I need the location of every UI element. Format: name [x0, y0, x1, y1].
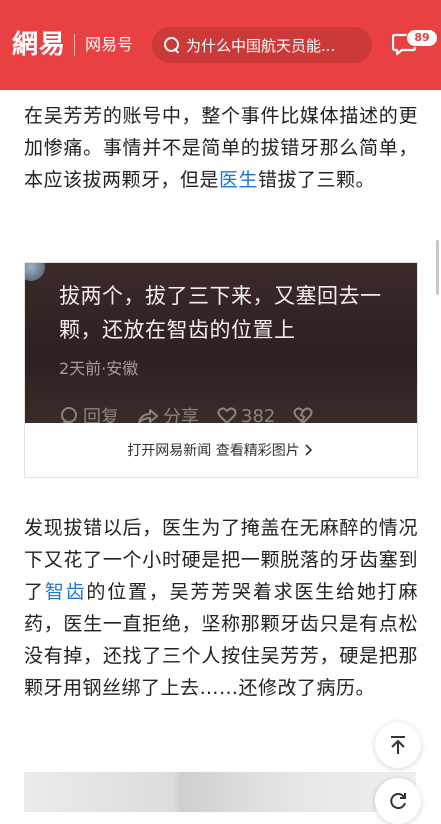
heart-icon: [217, 407, 237, 423]
message-count-badge: 89: [406, 29, 438, 47]
share-label: 分享: [163, 407, 199, 423]
paragraph-text: 错拔了三颗。: [258, 169, 376, 191]
back-to-top-icon: [391, 736, 405, 754]
back-to-top-button[interactable]: [375, 722, 421, 768]
share-icon: [138, 409, 158, 423]
open-app-text: 打开网易新闻 查看精彩图片: [127, 443, 300, 459]
reply-label: 回复: [83, 407, 119, 423]
comment-text: 拔两个，拔了三下来，又塞回去一颗，还放在智齿的位置上: [59, 284, 382, 342]
like-count: 382: [241, 405, 276, 424]
share-action: 分享: [137, 403, 199, 423]
comment-meta: 2天前·安徽: [59, 359, 139, 378]
channel-label[interactable]: 网易号: [85, 34, 133, 56]
article-paragraph-2: 发现拔错以后，医生为了掩盖在无麻醉的情况下又花了一个小时硬是把一颗脱落的牙齿塞到…: [24, 512, 418, 704]
chevron-right-icon: [305, 444, 312, 456]
search-icon: [164, 37, 180, 53]
refresh-icon: [390, 793, 406, 810]
netease-logo[interactable]: 網易: [12, 28, 66, 62]
search-placeholder: 为什么中国航天员能...: [186, 36, 336, 55]
article-paragraph-1: 在吴芳芳的账号中，整个事件比媒体描述的更加惨痛。事情并不是简单的拔错牙那么简单，…: [24, 100, 418, 196]
comment-actions: 回复 分享 382: [59, 403, 313, 423]
article-image[interactable]: [24, 772, 416, 812]
search-bar[interactable]: 为什么中国航天员能...: [152, 27, 372, 63]
top-bar: 網易 网易号 为什么中国航天员能... 89: [0, 0, 441, 90]
refresh-button[interactable]: [375, 778, 421, 824]
avatar-fragment: [25, 263, 45, 281]
reply-action: 回复: [59, 403, 119, 423]
broken-heart-icon: [293, 407, 313, 423]
keyword-link-wisdom-tooth[interactable]: 智齿: [45, 581, 87, 603]
reply-icon: [61, 407, 77, 423]
logo-divider: [74, 34, 75, 56]
comment-screenshot-image: 拔两个，拔了三下来，又塞回去一颗，还放在智齿的位置上 2天前·安徽 回复 分享 …: [25, 263, 417, 423]
open-app-link[interactable]: 打开网易新闻 查看精彩图片: [25, 423, 417, 477]
keyword-link-doctor[interactable]: 医生: [219, 169, 258, 191]
scrollbar[interactable]: [436, 240, 439, 295]
embedded-image-card[interactable]: 拔两个，拔了三下来，又塞回去一颗，还放在智齿的位置上 2天前·安徽 回复 分享 …: [24, 262, 418, 478]
like-action: 382: [217, 405, 276, 424]
